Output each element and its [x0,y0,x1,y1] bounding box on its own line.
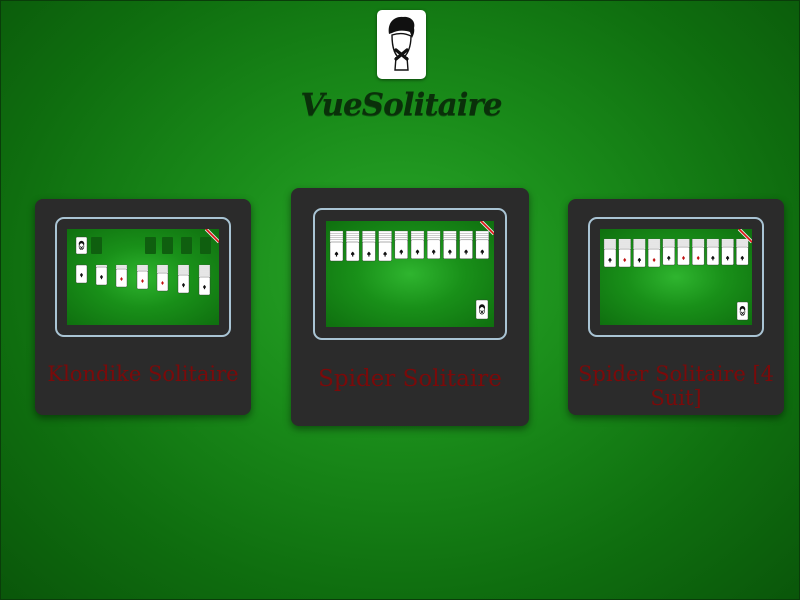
game-title-spider-4-suit: Spider Solitaire [4 Suit] [578,362,774,411]
masked-face-card-icon [388,16,415,71]
foundation-slot [200,237,211,254]
spider-4-suit-preview-cards [603,229,752,321]
game-preview-spider [313,208,507,340]
waste-slot [91,237,102,254]
tableau-card [475,239,490,259]
spider-4-suit-felt [600,229,752,325]
game-card-spider[interactable]: Spider Solitaire [291,188,529,426]
tableau-card [459,239,473,259]
spider-preview-cards [329,221,494,320]
game-title-spider: Spider Solitaire [318,366,502,392]
tableau-card [346,241,360,262]
tableau-card [378,241,392,262]
tableau-card [443,239,457,259]
foundation-slot [181,237,192,254]
tableau-card [329,241,344,262]
game-card-spider-4-suit[interactable]: Spider Solitaire [4 Suit] [568,199,784,415]
tableau-card [362,241,376,262]
foundation-slot [162,237,173,254]
tableau-card [426,239,441,259]
game-card-klondike[interactable]: Klondike Solitaire [35,199,251,415]
app-title: VueSolitaire [300,87,502,123]
game-preview-klondike [55,217,231,337]
app-logo [377,10,426,79]
game-title-klondike: Klondike Solitaire [47,362,239,386]
spider-felt [326,221,494,327]
foundation-slot [145,237,156,254]
klondike-felt [67,229,219,325]
klondike-preview-cards [75,229,219,296]
tableau-card [410,239,425,259]
tableau-card [394,239,409,259]
game-preview-spider-4-suit [588,217,764,337]
